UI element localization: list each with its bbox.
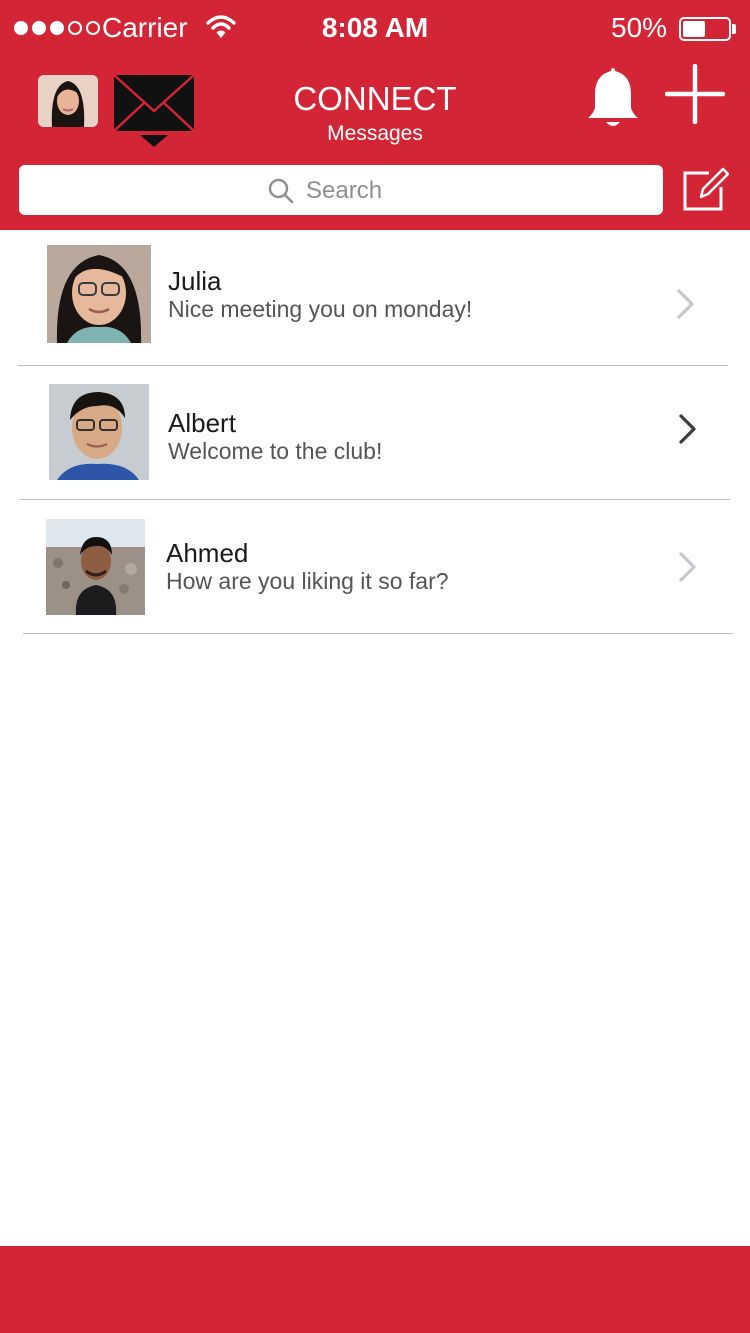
conversation-row[interactable]: Albert Welcome to the club! (0, 366, 750, 500)
search-placeholder: Search (306, 177, 383, 204)
row-divider (23, 633, 733, 634)
contact-avatar (46, 519, 145, 615)
contact-name: Albert (168, 408, 236, 438)
profile-avatar[interactable] (38, 75, 98, 127)
search-icon (268, 178, 294, 204)
contact-name: Ahmed (166, 538, 249, 568)
bottom-tab-bar (0, 1246, 750, 1333)
bell-icon[interactable] (584, 64, 642, 130)
plus-icon[interactable] (665, 64, 725, 124)
compose-icon[interactable] (681, 167, 729, 213)
page-title: CONNECT (293, 80, 457, 117)
contact-avatar (49, 384, 149, 480)
message-preview: Welcome to the club! (168, 438, 383, 464)
battery-level (683, 21, 705, 37)
battery-icon (679, 17, 731, 41)
page-subtitle: Messages (327, 122, 423, 145)
contact-avatar (47, 245, 151, 343)
chevron-right-icon[interactable] (677, 412, 699, 446)
contact-name: Julia (168, 266, 222, 296)
chevron-right-icon[interactable] (677, 550, 699, 584)
chevron-right-icon[interactable] (675, 287, 697, 321)
conversation-row[interactable]: Julia Nice meeting you on monday! (0, 230, 750, 366)
battery-percent: 50% (611, 12, 668, 43)
message-preview: Nice meeting you on monday! (168, 296, 473, 322)
search-input[interactable]: Search (19, 165, 663, 215)
conversation-row[interactable]: Ahmed How are you liking it so far? (0, 500, 750, 634)
message-preview: How are you liking it so far? (166, 568, 449, 594)
app-header: Carrier 8:08 AM 50% CONNECT Messages Sea… (0, 0, 750, 230)
mail-icon[interactable] (112, 73, 196, 149)
status-bar: Carrier 8:08 AM 50% (0, 0, 750, 58)
